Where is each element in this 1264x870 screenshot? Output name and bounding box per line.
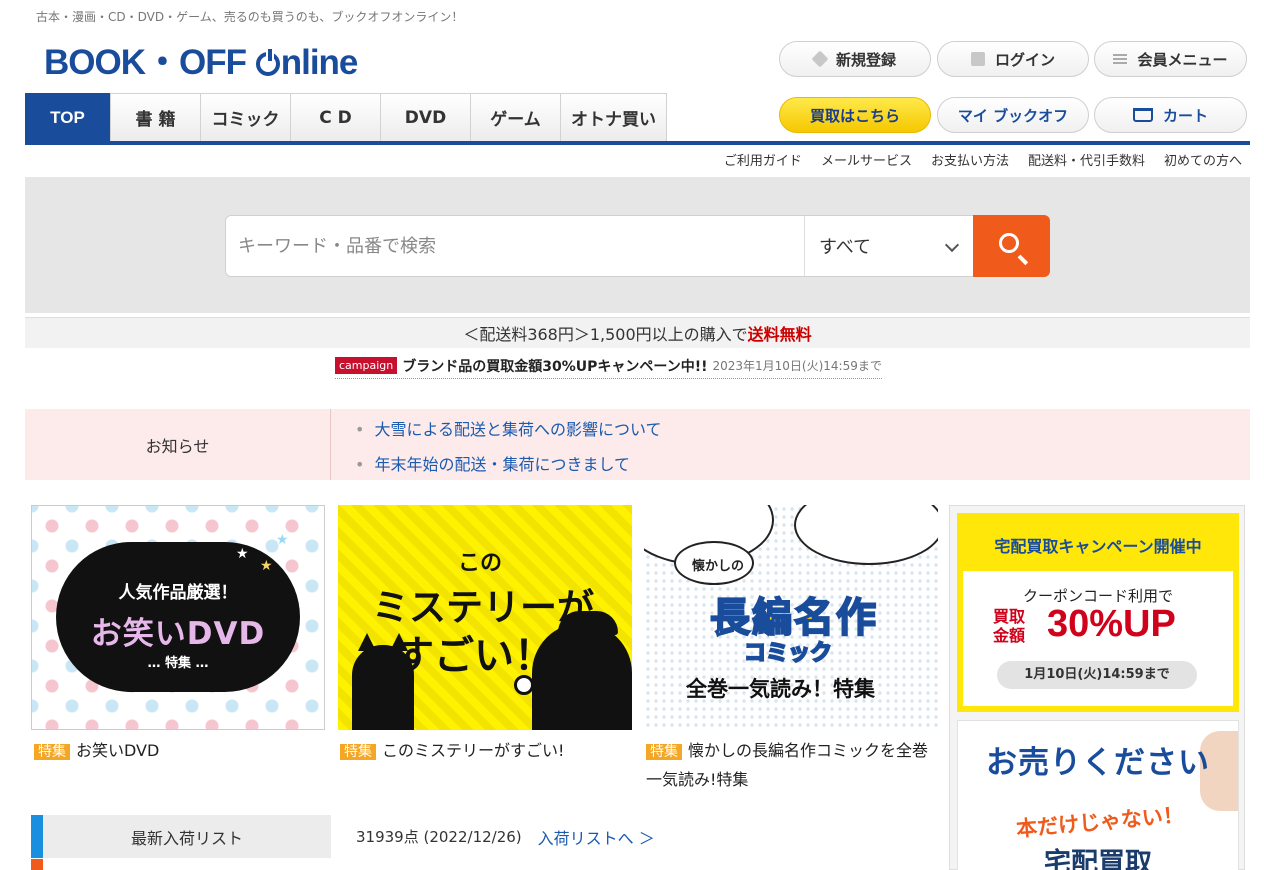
campaign-title: ブランド品の買取金額30%UPキャンペーン中!! (402, 358, 708, 375)
cart-label: カート (1162, 106, 1208, 125)
sidebar: 宅配買取キャンペーン開催中 クーポンコード利用で 買取金額 30%UP 1月10… (949, 505, 1245, 870)
link-guide[interactable]: ご利用ガイド (724, 150, 802, 169)
feature-badge: 特集 (34, 744, 70, 760)
cat-silhouette (352, 633, 414, 730)
banner-text: お笑いDVD (90, 616, 266, 652)
category-value: すべて (819, 237, 872, 258)
utility-links: ご利用ガイド メールサービス お支払い方法 配送料・代引手数料 初めての方へ (724, 150, 1242, 169)
campaign-banner[interactable]: campaign ブランド品の買取金額30%UPキャンペーン中!! 2023年1… (335, 353, 882, 379)
sidebar-banner-sell[interactable]: お売りください 本だけじゃない！ 宅配買取 (957, 720, 1239, 870)
banner-text: 宅配買取キャンペーン開催中 (994, 537, 1202, 556)
star-icon: ★ (276, 532, 289, 548)
banner-text: … 特集 … (147, 656, 209, 671)
login-label: ログイン (994, 50, 1055, 69)
free-shipping-text: 送料無料 (747, 325, 812, 344)
news-item[interactable]: 大雪による配送と集荷への影響について (355, 416, 661, 440)
register-button[interactable]: 新規登録 (779, 41, 931, 77)
link-first-time[interactable]: 初めての方へ (1164, 150, 1242, 169)
sidebar-banner-campaign[interactable]: 宅配買取キャンペーン開催中 クーポンコード利用で 買取金額 30%UP 1月10… (957, 513, 1239, 712)
member-menu-label: 会員メニュー (1137, 50, 1228, 69)
site-tagline: 古本・漫画・CD・DVD・ゲーム、売るのも買うのも、ブックオフオンライン！ (36, 10, 464, 24)
news-section: お知らせ 大雪による配送と集荷への影響について 年末年始の配送・集荷につきまして (25, 409, 1250, 480)
power-icon (255, 46, 280, 76)
arrivals-info: 31939点 (2022/12/26) 入荷リストへ ＞ (331, 815, 938, 858)
pencil-icon (811, 50, 829, 68)
search-button[interactable] (973, 215, 1050, 277)
search-field[interactable] (225, 215, 805, 277)
campaign-date: 2023年1月10日(火)14:59まで (712, 359, 882, 373)
banner-text: この (458, 551, 503, 576)
feature-banner-comedy-dvd[interactable]: ★ ★ ★ 人気作品厳選！ お笑いDVD … 特集 … (31, 505, 325, 730)
new-arrivals-row: 最新入荷リスト 31939点 (2022/12/26) 入荷リストへ ＞ (31, 815, 938, 870)
detective-silhouette (532, 623, 632, 730)
category-select[interactable]: すべて (804, 215, 974, 277)
link-mail-service[interactable]: メールサービス (821, 150, 912, 169)
arrivals-count: 31939点 (2022/12/26) (356, 828, 522, 846)
lock-icon (970, 52, 985, 66)
search-input[interactable] (238, 235, 804, 257)
tab-bulk-buy[interactable]: オトナ買い (560, 93, 667, 141)
chevron-down-icon (944, 237, 960, 253)
my-bookoff-button[interactable]: マイ ブックオフ (937, 97, 1089, 133)
banner-text: 宅配買取 (1044, 848, 1152, 870)
tab-books[interactable]: 書 籍 (110, 93, 201, 141)
banner-text: 人気作品厳選！ (118, 583, 238, 603)
accent-bar (31, 859, 43, 870)
site-logo[interactable]: BOOK・OFF nline (44, 34, 358, 84)
menu-icon (1113, 54, 1128, 64)
speech-bubble (794, 505, 938, 565)
feature-caption[interactable]: 特集 このミステリーがすごい! (340, 737, 630, 766)
tab-games[interactable]: ゲーム (470, 93, 561, 141)
feature-caption[interactable]: 特集 懐かしの長編名作コミックを全巻一気読み!特集 (646, 737, 936, 793)
arrivals-link[interactable]: 入荷リストへ ＞ (538, 825, 655, 849)
banner-text: お売りください (986, 745, 1210, 781)
feature-badge: 特集 (340, 744, 376, 760)
feature-badge: 特集 (646, 744, 682, 760)
tab-cd[interactable]: C D (290, 93, 381, 141)
feature-title: 懐かしの長編名作コミックを全巻一気読み!特集 (646, 741, 929, 789)
login-button[interactable]: ログイン (937, 41, 1089, 77)
feature-title: このミステリーがすごい! (382, 741, 565, 760)
feature-banner-mystery[interactable]: この ミステリーが すごい！ (338, 505, 632, 730)
shipping-notice: ＜配送料368円＞1,500円以上の購入で 送料無料 (25, 317, 1250, 348)
campaign-tag: campaign (335, 357, 398, 374)
news-label: お知らせ (25, 409, 331, 480)
accent-bar (31, 815, 43, 858)
cart-icon (1132, 108, 1153, 122)
banner-inner: クーポンコード利用で 買取金額 30%UP 1月10日(火)14:59まで (963, 571, 1233, 706)
link-payment[interactable]: お支払い方法 (931, 150, 1009, 169)
feature-banner-long-comics[interactable]: 懐かしの 長編名作 コミック 全巻一気読み！特集 (644, 505, 938, 730)
search-icon (999, 233, 1019, 253)
banner-text: 30%UP (1047, 603, 1176, 645)
star-icon: ★ (236, 546, 249, 562)
tab-dvd[interactable]: DVD (380, 93, 471, 141)
logo-wordmark: BOOK・OFF nline (44, 42, 358, 82)
feature-title: お笑いDVD (76, 741, 160, 760)
shipping-text: ＜配送料368円＞1,500円以上の購入で (463, 325, 748, 344)
banner-text: 買取金額 (993, 607, 1026, 645)
link-shipping-fees[interactable]: 配送料・代引手数料 (1028, 150, 1145, 169)
banner-text: すごい！ (394, 633, 554, 679)
news-item[interactable]: 年末年始の配送・集荷につきまして (355, 451, 630, 475)
register-label: 新規登録 (835, 50, 896, 69)
banner-text: 全巻一気読み！特集 (686, 677, 875, 701)
banner-text: コミック (743, 640, 833, 667)
star-icon: ★ (260, 558, 273, 574)
arrivals-label: 最新入荷リスト (43, 815, 331, 858)
member-menu-button[interactable]: 会員メニュー (1094, 41, 1247, 77)
banner-text: 懐かしの (692, 559, 745, 574)
banner-text: 1月10日(火)14:59まで (997, 661, 1197, 689)
cart-button[interactable]: カート (1094, 97, 1247, 133)
magnifier-icon (514, 675, 534, 695)
tab-comics[interactable]: コミック (200, 93, 291, 141)
feature-caption[interactable]: 特集 お笑いDVD (34, 737, 324, 766)
buyback-button[interactable]: 買取はこちら (779, 97, 931, 133)
tab-top[interactable]: TOP (25, 93, 110, 141)
detective-hat (558, 611, 618, 635)
